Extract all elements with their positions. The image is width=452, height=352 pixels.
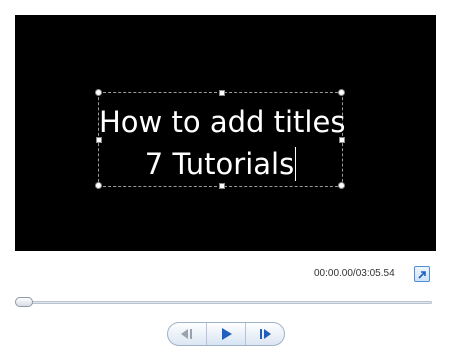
resize-handle-left[interactable]	[96, 137, 102, 143]
seek-bar[interactable]	[16, 301, 432, 304]
play-button[interactable]	[207, 323, 246, 345]
play-icon	[222, 328, 232, 340]
time-readout: 00:00.00/03:05.54	[314, 268, 395, 279]
text-cursor	[295, 147, 297, 181]
resize-handle-bottom[interactable]	[219, 183, 225, 189]
resize-handle-top-right[interactable]	[338, 89, 345, 96]
title-line-1[interactable]: How to add titles	[99, 105, 345, 139]
next-frame-icon	[260, 329, 271, 339]
previous-frame-button[interactable]	[168, 323, 207, 345]
fullscreen-button[interactable]	[414, 266, 430, 282]
resize-handle-top-left[interactable]	[95, 89, 102, 96]
title-text-box[interactable]: How to add titles 7 Tutorials	[95, 89, 345, 189]
previous-frame-icon	[181, 329, 192, 339]
resize-handle-top[interactable]	[219, 90, 225, 96]
seek-thumb[interactable]	[15, 297, 33, 307]
playback-controls	[167, 322, 285, 346]
next-frame-button[interactable]	[246, 323, 284, 345]
resize-handle-bottom-left[interactable]	[95, 182, 102, 189]
title-line-2[interactable]: 7 Tutorials	[99, 147, 342, 181]
video-preview[interactable]: How to add titles 7 Tutorials	[15, 15, 436, 251]
fullscreen-icon	[418, 271, 426, 279]
title-line-2-text: 7 Tutorials	[144, 147, 295, 181]
resize-handle-right[interactable]	[339, 137, 345, 143]
resize-handle-bottom-right[interactable]	[338, 182, 345, 189]
